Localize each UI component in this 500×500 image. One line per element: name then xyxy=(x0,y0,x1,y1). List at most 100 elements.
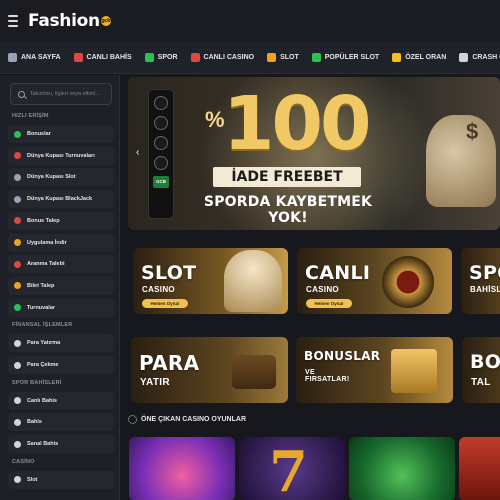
special-odds-icon xyxy=(392,53,402,62)
nav-item-0[interactable]: ANA SAYFA xyxy=(0,42,66,73)
sidebar-item-label: Dünya Kupası Turnuvaları xyxy=(27,152,95,159)
slot-icon xyxy=(267,53,277,62)
sidebar-item[interactable]: Turnuvalar xyxy=(8,298,114,317)
sidebar-section-title: SPOR BAHİSLERİ xyxy=(12,379,62,386)
sidebar-item-label: Turnuvalar xyxy=(27,304,56,311)
live-casino-icon xyxy=(190,53,200,62)
logo-text: Fashion xyxy=(28,11,100,31)
sidebar-item[interactable]: Bilet Talep xyxy=(8,276,114,295)
coin-icon xyxy=(154,96,168,110)
sidebar-item-label: Canlı Bahis xyxy=(27,397,57,404)
trophy-icon xyxy=(14,152,21,160)
coin-icon xyxy=(154,116,168,130)
sidebar-item-label: Slot xyxy=(27,476,38,483)
sidebar-item[interactable]: Para Çekme xyxy=(8,356,114,374)
nav-label: SLOT xyxy=(280,54,299,61)
sidebar-item-label: Sanal Bahis xyxy=(27,441,59,448)
sidebar-item-label: Para Yatırma xyxy=(27,340,61,347)
ticket-icon xyxy=(14,282,21,290)
bonus-request-card[interactable]: BON TAL xyxy=(462,337,500,403)
card-title: CANLI xyxy=(305,262,371,284)
sidebar-item[interactable]: Dünya Kupası Slot xyxy=(8,168,114,187)
nav-item-5[interactable]: POPÜLER SLOT xyxy=(304,42,384,73)
sidebar-search[interactable] xyxy=(10,83,112,105)
main-content: ‹ GCB % 100 İADE FREEBET SPORDA KAYBETME… xyxy=(128,75,500,500)
top-bar: Fashion gcb xyxy=(0,0,500,42)
game-tile[interactable] xyxy=(129,437,235,500)
gift-icon xyxy=(14,130,21,138)
coin-icon xyxy=(154,156,168,170)
carousel-prev-icon[interactable]: ‹ xyxy=(136,147,139,158)
game-tile[interactable] xyxy=(459,437,500,500)
card-title: BON xyxy=(470,351,500,373)
nav-item-4[interactable]: SLOT xyxy=(259,42,304,73)
main-nav: ANA SAYFA CANLI BAHİS SPOR CANLI CASINO SLOT… xyxy=(0,42,500,74)
game-tile[interactable]: 7 xyxy=(239,437,345,500)
nav-item-7[interactable]: CRASH GAMES xyxy=(451,42,500,73)
search-input[interactable] xyxy=(29,91,111,97)
phone-badge: GCB xyxy=(153,176,169,188)
hamburger-menu-icon[interactable] xyxy=(8,15,22,27)
play-now-button[interactable]: Hemen Oyna! xyxy=(142,299,188,308)
game-tile[interactable] xyxy=(349,437,455,500)
sidebar-item[interactable]: Bahis xyxy=(8,413,114,432)
hero-subtitle: SPORDA KAYBETMEK YOK! xyxy=(203,194,373,226)
card-subtitle: TAL xyxy=(471,377,491,388)
globe-icon xyxy=(14,173,21,181)
sidebar-item[interactable]: Dünya Kupası Turnuvaları xyxy=(8,146,114,165)
live-casino-card[interactable]: CANLI CASINO Hemen Oyna! xyxy=(297,248,452,314)
card-title: BONUSLAR xyxy=(304,349,381,363)
home-icon xyxy=(8,53,17,62)
card-subtitle: VE FIRSATLAR! xyxy=(305,369,350,383)
money-bag-icon: $ xyxy=(426,115,496,207)
withdraw-icon xyxy=(14,361,21,369)
search-icon xyxy=(18,90,25,98)
sidebar-item-label: Aranma Talebi xyxy=(27,261,65,268)
sidebar-item-label: Bonus Talep xyxy=(27,217,60,224)
sidebar-item-label: Bonuslar xyxy=(27,131,51,137)
hero-banner[interactable]: ‹ GCB % 100 İADE FREEBET SPORDA KAYBETME… xyxy=(128,77,500,230)
live-icon xyxy=(14,397,21,405)
sidebar-item[interactable]: Slot xyxy=(8,470,114,489)
ball-icon xyxy=(14,418,21,426)
trophy-icon xyxy=(14,304,21,312)
sidebar-item-label: Bahis xyxy=(27,419,42,426)
sports-bet-card[interactable]: SPO BAHİSL xyxy=(461,248,500,314)
sidebar-item[interactable]: Dünya Kupası BlackJack xyxy=(8,190,114,209)
rocket-icon xyxy=(459,53,469,62)
nav-item-3[interactable]: CANLI CASINO xyxy=(183,42,260,73)
sidebar-item[interactable]: Uygulama İndir xyxy=(8,233,114,252)
zeus-illustration xyxy=(224,250,282,312)
nav-label: ÖZEL ORAN xyxy=(405,54,447,61)
logo-badge: gcb xyxy=(100,16,111,26)
sidebar-item[interactable]: Bonuslar xyxy=(8,125,114,143)
nav-label: POPÜLER SLOT xyxy=(324,54,380,61)
play-now-button[interactable]: Hemen Oyna! xyxy=(306,299,352,308)
nav-item-6[interactable]: ÖZEL ORAN xyxy=(384,42,451,73)
sidebar-item[interactable]: Sanal Bahis xyxy=(8,435,114,454)
deposit-card[interactable]: PARA YATIR xyxy=(131,337,288,403)
logo[interactable]: Fashion gcb xyxy=(28,11,111,31)
sidebar-item[interactable]: Bonus Talep xyxy=(8,211,114,230)
hero-number: 100 xyxy=(223,81,371,167)
featured-games-heading: ÖNE ÇIKAN CASINO OYUNLAR xyxy=(128,415,246,424)
nav-item-2[interactable]: SPOR xyxy=(137,42,183,73)
card-title: SLOT xyxy=(141,262,197,284)
nav-item-1[interactable]: CANLI BAHİS xyxy=(66,42,137,73)
sidebar-item[interactable]: Aranma Talebi xyxy=(8,255,114,274)
gift-box-icon xyxy=(391,349,437,393)
card-subtitle: CASINO xyxy=(306,285,339,294)
roulette-icon xyxy=(382,256,434,308)
sidebar-item-label: Para Çekme xyxy=(27,362,59,368)
coin-icon xyxy=(154,136,168,150)
bonuses-card[interactable]: BONUSLAR VE FIRSATLAR! xyxy=(296,337,453,403)
sidebar-item[interactable]: Canlı Bahis xyxy=(8,391,114,410)
gear-icon xyxy=(128,415,137,424)
nav-label: ANA SAYFA xyxy=(21,54,61,61)
sidebar-section-title: FİNANSAL İŞLEMLER xyxy=(12,322,73,329)
sidebar-item[interactable]: Para Yatırma xyxy=(8,334,114,353)
slot-casino-card[interactable]: SLOT CASINO Hemen Oyna! xyxy=(133,248,288,314)
phone-illustration: GCB xyxy=(148,89,174,219)
wallet-icon xyxy=(232,355,276,389)
sidebar-item-label: Uygulama İndir xyxy=(27,239,67,246)
